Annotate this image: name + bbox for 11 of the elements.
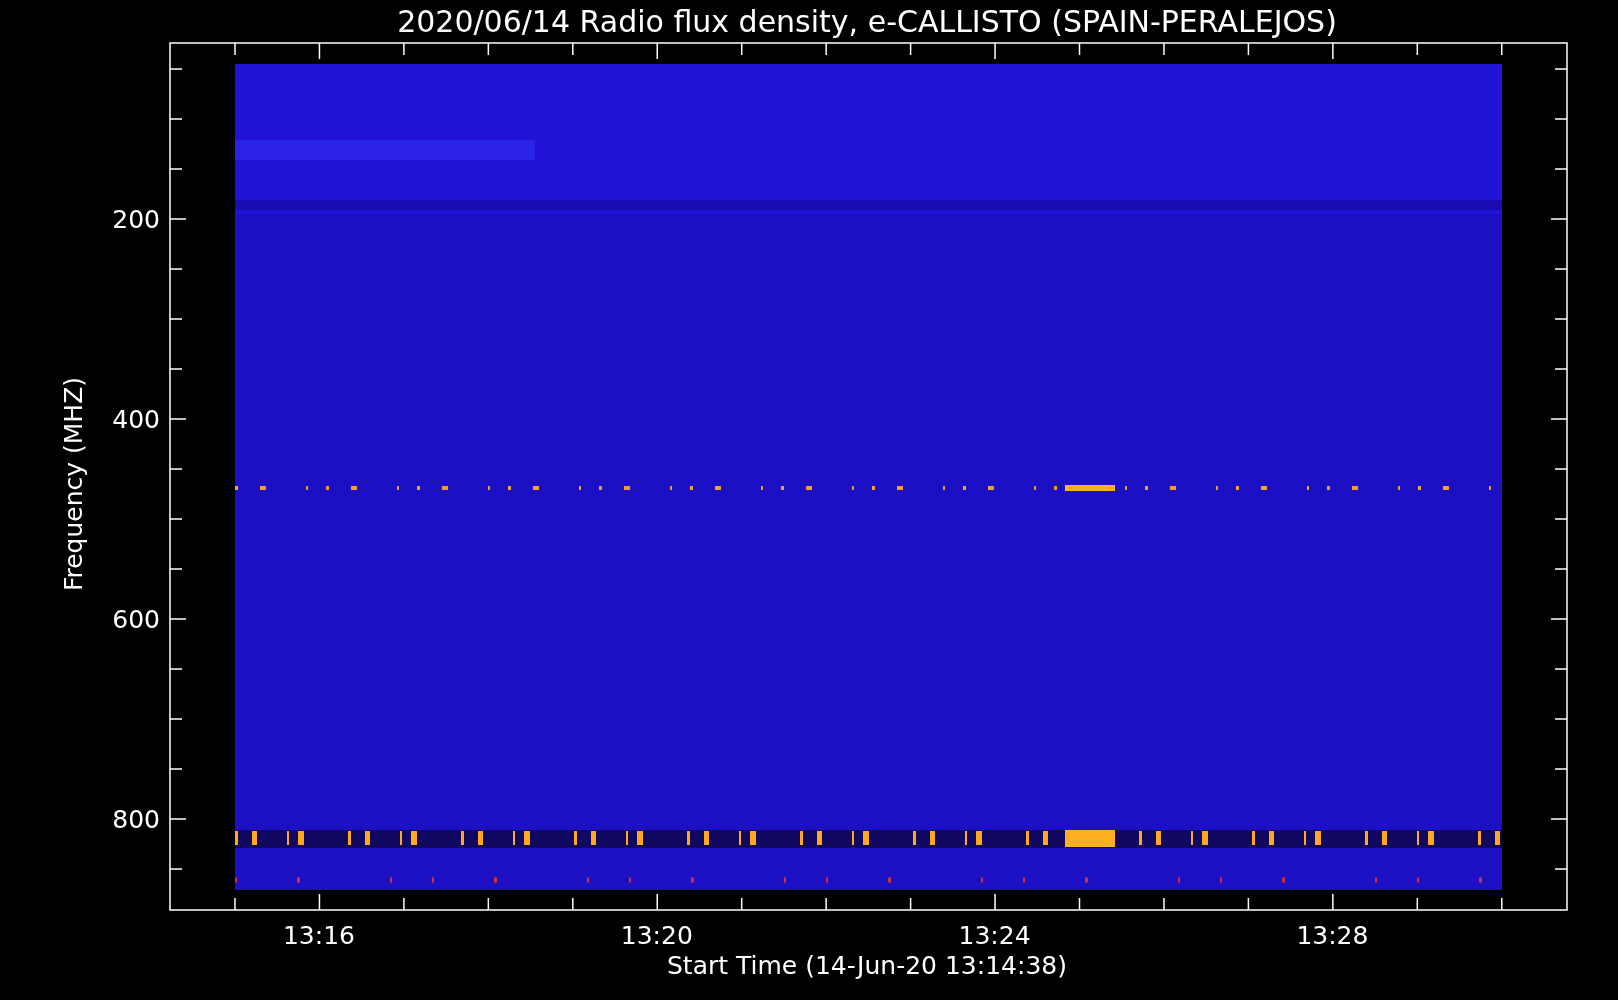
plot-title: 2020/06/14 Radio flux density, e-CALLISTO (SPAIN-PERALEJOS)	[397, 4, 1337, 39]
tick-label: 200	[112, 205, 160, 234]
axis-label: Start Time (14-Jun-20 13:14:38)	[667, 951, 1067, 980]
tick-label: 13:28	[1296, 921, 1369, 950]
tick-label: 13:24	[958, 921, 1031, 950]
tick-label: 600	[112, 605, 160, 634]
tick-label: 400	[112, 405, 160, 434]
tick-label: 13:20	[620, 921, 693, 950]
tick-label: 800	[112, 805, 160, 834]
tick-label: 13:16	[283, 921, 355, 950]
axis-label: Frequency (MHZ)	[59, 376, 88, 592]
